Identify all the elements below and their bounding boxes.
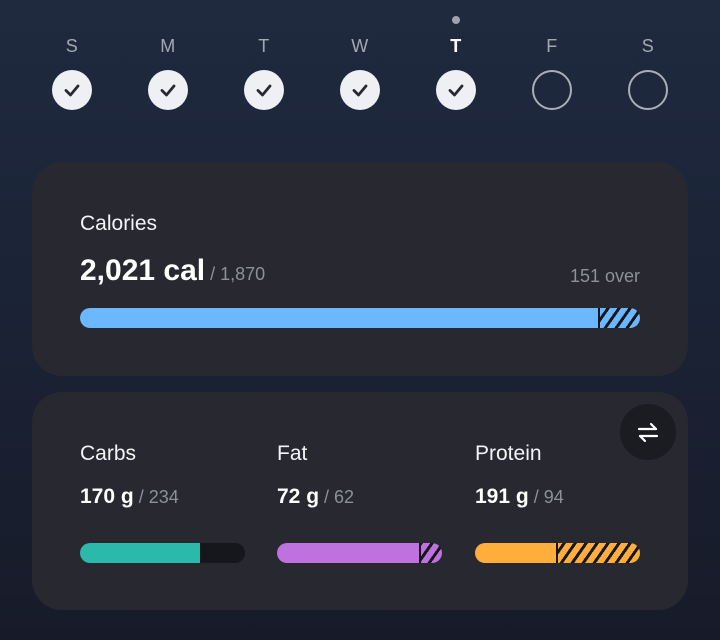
today-dot [452,16,460,24]
checkmark-icon [64,84,80,97]
macros-card: Carbs 170 g / 234 Fat 72 g / 62 Protein … [32,392,688,610]
day-letter: F [546,36,558,56]
day-letter: M [160,36,176,56]
macro-name: Carbs [80,442,137,465]
week-selector: S M T W T F S [0,0,720,140]
macro-fat[interactable]: Fat 72 g / 62 [277,392,447,610]
calories-card[interactable]: Calories 2,021 cal / 1,870 151 over [32,162,688,376]
day-complete-indicator[interactable] [52,70,92,110]
protein-progress-bar [475,543,640,563]
day-complete-indicator[interactable] [148,70,188,110]
protein-bar-over [556,543,640,563]
calories-bar-over [598,308,640,328]
day-letter: S [65,36,79,56]
macro-amount: 170 g / 234 [80,485,179,509]
macro-name: Protein [475,442,542,465]
calories-bar-fill [80,308,598,328]
calories-title: Calories [80,212,158,235]
checkmark-icon [448,84,464,97]
day-wednesday[interactable]: W [330,10,390,120]
macro-carbs[interactable]: Carbs 170 g / 234 [80,392,250,610]
day-empty-indicator[interactable] [628,70,668,110]
protein-bar-fill [475,543,556,563]
day-letter: T [450,36,462,56]
macro-goal: / 234 [133,487,179,507]
macro-amount: 191 g / 94 [475,485,564,509]
calories-consumed: 2,021 cal [80,254,206,287]
macro-consumed: 191 g [475,485,529,508]
fat-bar-fill [277,543,419,563]
fat-progress-bar [277,543,442,563]
macro-goal: / 62 [319,487,355,507]
macro-consumed: 72 g [277,485,320,508]
calories-goal: / 1,870 [205,264,266,284]
calories-amount: 2,021 cal / 1,870 [80,254,265,288]
day-letter: T [258,36,270,56]
macro-consumed: 170 g [80,485,134,508]
day-tuesday[interactable]: T [234,10,294,120]
carbs-bar-fill [80,543,200,563]
calories-over-label: 151 over [569,266,640,286]
checkmark-icon [160,84,176,97]
day-complete-indicator[interactable] [436,70,476,110]
day-letter: W [351,36,369,56]
checkmark-icon [256,84,272,97]
day-empty-indicator[interactable] [532,70,572,110]
macro-goal: / 94 [528,487,564,507]
day-monday[interactable]: M [138,10,198,120]
fat-bar-over [419,543,442,563]
day-sunday[interactable]: S [42,10,102,120]
checkmark-icon [352,84,368,97]
day-saturday[interactable]: S [618,10,678,120]
carbs-progress-bar [80,543,245,563]
day-complete-indicator[interactable] [340,70,380,110]
calories-progress-bar [80,308,640,328]
day-letter: S [641,36,655,56]
macro-name: Fat [277,442,308,465]
day-thursday[interactable]: T [426,10,486,120]
macro-amount: 72 g / 62 [277,485,354,509]
macro-protein[interactable]: Protein 191 g / 94 [475,392,645,610]
day-friday[interactable]: F [522,10,582,120]
day-complete-indicator[interactable] [244,70,284,110]
